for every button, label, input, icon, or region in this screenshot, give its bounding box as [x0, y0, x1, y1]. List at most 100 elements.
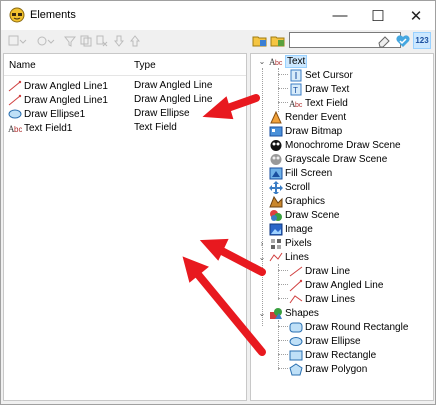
list-item[interactable]: Abc Text Field1 Text Field: [4, 121, 246, 135]
tree-item-draw-rectangle[interactable]: Draw Rectangle: [289, 348, 376, 362]
column-header-type[interactable]: Type: [134, 60, 156, 71]
filter-icon: [64, 36, 76, 47]
image-icon: [269, 223, 283, 235]
item-name: Text Field1: [24, 122, 73, 134]
tree-item-label: Draw Lines: [305, 293, 356, 305]
tree-item-label: Draw Scene: [285, 209, 340, 221]
heart-check-icon: [396, 34, 410, 47]
copy-icon: [80, 35, 92, 47]
element-tree: ⌄ Abc Text Set Cursor T Draw Text Abc Te…: [250, 53, 434, 401]
tree-item-label: Shapes: [285, 307, 319, 319]
tree-item-draw-lines[interactable]: Draw Lines: [289, 292, 355, 306]
angled-line-icon: [8, 80, 22, 92]
list-item[interactable]: Draw Angled Line1 Draw Angled Line: [4, 79, 246, 93]
add-element-button[interactable]: [7, 32, 29, 50]
list-item[interactable]: Draw Ellipse1 Draw Ellipse: [4, 107, 246, 121]
tree-item-shapes[interactable]: Shapes: [269, 306, 319, 320]
column-header-name[interactable]: Name: [9, 60, 36, 71]
tree-item-text[interactable]: Abc Text: [269, 54, 308, 68]
tree-item-draw-round-rectangle[interactable]: Draw Round Rectangle: [289, 320, 408, 334]
move-up-button[interactable]: [129, 32, 141, 50]
lines-icon: [269, 252, 283, 261]
tree-item-label: Monochrome Draw Scene: [285, 139, 401, 151]
tree-item-fill-screen[interactable]: Fill Screen: [269, 166, 332, 180]
tree-item-scroll[interactable]: Scroll: [269, 180, 310, 194]
graphics-icon: [269, 195, 283, 207]
tree-item-image[interactable]: Image: [269, 222, 313, 236]
copy-button[interactable]: [79, 32, 93, 50]
tree-item-draw-angled-line[interactable]: Draw Angled Line: [289, 278, 383, 292]
numbers-toggle[interactable]: 123: [413, 32, 431, 49]
item-name: Draw Angled Line1: [24, 94, 108, 106]
collapse-chevron-icon[interactable]: ⌄: [258, 309, 266, 318]
delete-button[interactable]: [95, 32, 109, 50]
tree-item-monochrome-draw-scene[interactable]: Monochrome Draw Scene: [269, 138, 401, 152]
item-type: Draw Ellipse: [134, 108, 190, 119]
ellipse-icon: [8, 109, 22, 119]
app-icon: [9, 7, 25, 23]
tree-item-lines[interactable]: Lines: [269, 250, 309, 264]
tree-item-label: Draw Ellipse: [305, 335, 361, 347]
insert-element-button[interactable]: [35, 32, 57, 50]
collapse-chevron-icon[interactable]: ⌄: [258, 253, 266, 262]
delete-icon: [96, 35, 108, 47]
move-down-button[interactable]: [113, 32, 125, 50]
expand-all-button[interactable]: [251, 32, 269, 49]
angled-line-icon: [289, 279, 303, 291]
clear-search-button[interactable]: [375, 32, 393, 49]
favorites-button[interactable]: [394, 32, 412, 49]
elements-window: Elements — ☐ ✕ 123 Name Type Draw Angled…: [0, 0, 436, 405]
close-button[interactable]: ✕: [397, 1, 435, 30]
collapse-all-button[interactable]: [269, 32, 287, 49]
text-field-icon: Abc: [8, 124, 22, 134]
tree-toolbar: 123: [251, 31, 435, 51]
tree-item-draw-text[interactable]: T Draw Text: [289, 82, 349, 96]
text-icon: Abc: [269, 57, 283, 67]
render-event-icon: [270, 110, 282, 123]
pixels-icon: [271, 238, 281, 249]
tree-item-draw-ellipse[interactable]: Draw Ellipse: [289, 334, 361, 348]
filter-button[interactable]: [63, 32, 77, 50]
minimize-button[interactable]: —: [321, 1, 359, 30]
tree-item-label: Draw Bitmap: [285, 125, 343, 137]
tree-item-text-field[interactable]: Abc Text Field: [289, 96, 348, 110]
tree-item-draw-bitmap[interactable]: Draw Bitmap: [269, 124, 342, 138]
tree-item-label: Draw Angled Line: [305, 279, 384, 291]
list-item[interactable]: Draw Angled Line1 Draw Angled Line: [4, 93, 246, 107]
tree-item-label: Pixels: [285, 237, 312, 249]
maximize-button[interactable]: ☐: [359, 1, 397, 30]
fill-screen-icon: [269, 167, 283, 179]
tree-item-draw-scene[interactable]: Draw Scene: [269, 208, 339, 222]
window-title: Elements: [30, 9, 76, 21]
tree-item-render-event[interactable]: Render Event: [269, 110, 346, 124]
tree-item-draw-line[interactable]: Draw Line: [289, 264, 350, 278]
ellipse-icon: [289, 336, 303, 346]
polygon-icon: [289, 362, 303, 375]
tree-item-draw-polygon[interactable]: Draw Polygon: [289, 362, 367, 376]
tree-item-label: Graphics: [285, 195, 326, 207]
add-element-icon: [8, 35, 27, 46]
tree-item-label: Grayscale Draw Scene: [285, 153, 388, 165]
bitmap-icon: [269, 126, 283, 136]
tree-item-grayscale-draw-scene[interactable]: Grayscale Draw Scene: [269, 152, 387, 166]
tree-item-graphics[interactable]: Graphics: [269, 194, 325, 208]
tree-item-label: Render Event: [285, 111, 347, 123]
monochrome-icon: [270, 139, 282, 151]
svg-text:bc: bc: [275, 60, 283, 67]
tree-item-pixels[interactable]: Pixels: [269, 236, 312, 250]
tree-item-label: Text Field: [305, 97, 348, 109]
collapse-chevron-icon[interactable]: ⌄: [258, 57, 266, 66]
expand-chevron-icon[interactable]: ›: [258, 239, 266, 248]
tree-item-label: Draw Text: [305, 83, 350, 95]
list-toolbar: [3, 32, 247, 50]
eraser-icon: [378, 35, 390, 47]
item-name: Draw Ellipse1: [24, 108, 86, 120]
tree-item-label: Set Cursor: [305, 69, 353, 81]
minimize-icon: —: [332, 7, 348, 24]
svg-text:bc: bc: [295, 102, 303, 109]
tree-item-label: Draw Round Rectangle: [305, 321, 409, 333]
maximize-icon: ☐: [371, 7, 385, 25]
tree-item-label: Draw Line: [305, 265, 351, 277]
item-type: Draw Angled Line: [134, 94, 213, 105]
tree-item-set-cursor[interactable]: Set Cursor: [289, 68, 353, 82]
